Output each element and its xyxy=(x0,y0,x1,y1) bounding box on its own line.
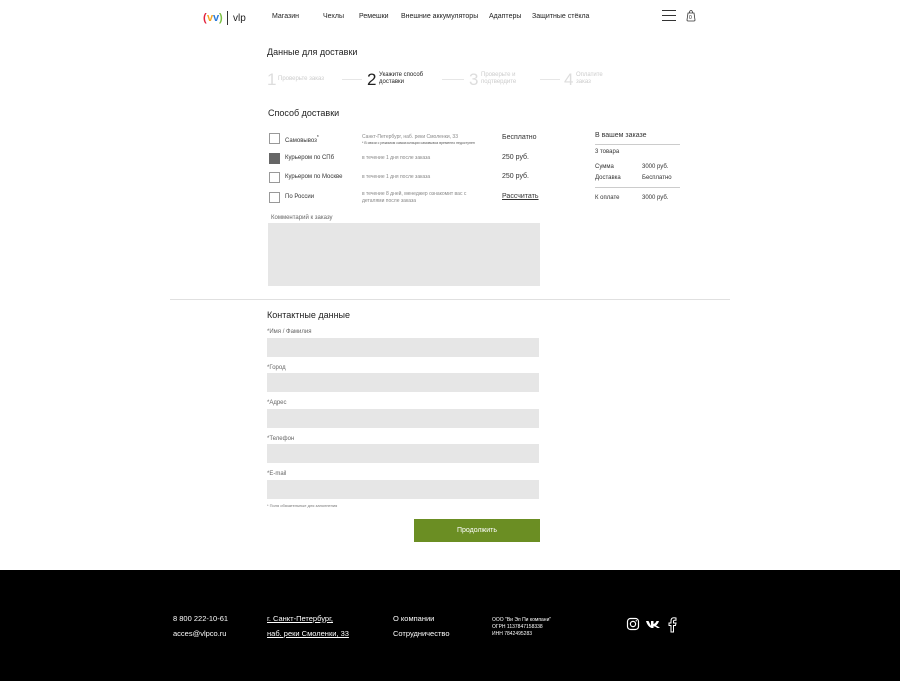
step-connector xyxy=(540,79,560,80)
summary-delivery-label: Доставка xyxy=(595,175,621,181)
nav-power-banks[interactable]: Внешние аккумуляторы xyxy=(401,13,478,20)
vk-icon[interactable] xyxy=(645,617,660,631)
step-3-label: Проверьте и подтвердите xyxy=(481,72,517,85)
cart-icon[interactable]: 0 xyxy=(686,9,696,23)
pickup-label: Самовывоз* xyxy=(285,135,319,144)
courier-spb-desc: в течение 1 дня после заказа xyxy=(362,155,431,161)
cart-count: 0 xyxy=(689,15,692,21)
footer-inn: ИНН 7842495283 xyxy=(492,631,533,637)
instagram-icon[interactable] xyxy=(626,617,640,631)
step-3-number: 3 xyxy=(469,70,479,89)
delivery-method-title: Способ доставки xyxy=(268,108,340,118)
city-label: *Город xyxy=(267,365,286,371)
russia-desc: в течение 8 дней, менеджер ознакомит вас… xyxy=(362,191,467,204)
calculate-link[interactable]: Рассчитать xyxy=(502,193,539,200)
logo-text: vlp xyxy=(233,12,246,24)
summary-pay-value: 3000 руб. xyxy=(642,195,669,201)
summary-sum-label: Сумма xyxy=(595,164,614,170)
step-1-number: 1 xyxy=(267,70,277,89)
nav-adapters[interactable]: Адаптеры xyxy=(489,13,521,20)
step-4-number: 4 xyxy=(564,70,574,89)
pickup-note: * В связи с режимом самоизоляции самовыв… xyxy=(362,141,475,145)
summary-pay-label: К оплате xyxy=(595,195,620,201)
courier-moscow-desc: в течение 1 дня после заказа xyxy=(362,174,431,180)
summary-count: 3 товара xyxy=(595,149,620,155)
pickup-mark: * xyxy=(316,135,319,141)
footer-address-line2[interactable]: наб. реки Смоленки, 33 xyxy=(267,629,349,638)
email-input[interactable] xyxy=(267,480,539,499)
russia-checkbox[interactable] xyxy=(269,192,280,203)
pickup-price: Бесплатно xyxy=(502,134,537,141)
continue-button[interactable]: Продолжить xyxy=(414,519,540,542)
step-connector xyxy=(442,79,464,80)
name-input[interactable] xyxy=(267,338,539,357)
nav-shop[interactable]: Магазин xyxy=(272,13,299,20)
menu-icon[interactable] xyxy=(662,10,676,22)
footer-about-link[interactable]: О компании xyxy=(393,614,434,623)
courier-moscow-checkbox[interactable] xyxy=(269,172,280,183)
nav-straps[interactable]: Ремешки xyxy=(359,13,389,20)
nav-cases[interactable]: Чехлы xyxy=(323,13,344,20)
step-2-label: Укажите способ доставки xyxy=(379,72,424,85)
courier-spb-label: Курьером по СПб xyxy=(285,155,335,161)
facebook-icon[interactable] xyxy=(667,617,681,633)
phone-input[interactable] xyxy=(267,444,539,463)
logo-icon: ( v v ) xyxy=(203,12,223,24)
courier-spb-price: 250 руб. xyxy=(502,154,529,161)
russia-label: По России xyxy=(285,194,315,200)
step-connector xyxy=(342,79,362,80)
footer-ogrn: ОГРН 1137847158338 xyxy=(492,624,543,630)
summary-delivery-value: Бесплатно xyxy=(642,175,672,181)
step-1-label: Проверьте заказ xyxy=(278,76,324,82)
footer-address-line1[interactable]: г. Санкт-Петербург, xyxy=(267,614,333,623)
section-divider xyxy=(170,299,730,300)
footer xyxy=(0,570,900,681)
step-4-label: Оплатите заказ xyxy=(576,72,603,85)
nav-screen-protectors[interactable]: Защитные стёкла xyxy=(532,13,589,20)
footer-partnership-link[interactable]: Сотрудничество xyxy=(393,629,450,638)
address-label: *Адрес xyxy=(267,400,287,406)
footer-email[interactable]: acces@vlpco.ru xyxy=(173,629,226,638)
city-input[interactable] xyxy=(267,373,539,392)
contacts-title: Контактные данные xyxy=(267,310,351,320)
courier-moscow-label: Курьером по Москве xyxy=(285,174,343,180)
email-label: *E-mail xyxy=(267,471,287,477)
footer-phone[interactable]: 8 800 222-10-61 xyxy=(173,614,228,623)
summary-title: В вашем заказе xyxy=(595,132,647,139)
comment-textarea[interactable] xyxy=(268,223,540,286)
address-input[interactable] xyxy=(267,409,539,428)
courier-moscow-price: 250 руб. xyxy=(502,173,529,180)
comment-label: Комментарий к заказу xyxy=(271,215,333,221)
courier-spb-checkbox[interactable] xyxy=(269,153,280,164)
phone-label: *Телефон xyxy=(267,436,295,442)
logo[interactable]: ( v v ) vlp xyxy=(203,10,246,26)
name-label: *Имя / Фамилия xyxy=(267,329,312,335)
page-title: Данные для доставки xyxy=(267,47,358,57)
required-note: * Поля обязательные для заполнения xyxy=(267,503,338,508)
footer-company: ООО "Ви Эл Пи компани" xyxy=(492,617,552,623)
pickup-checkbox[interactable] xyxy=(269,133,280,144)
step-2-number: 2 xyxy=(367,70,377,89)
summary-divider xyxy=(595,144,680,145)
summary-divider xyxy=(595,187,680,188)
logo-divider xyxy=(227,11,228,25)
summary-sum-value: 3000 руб. xyxy=(642,164,669,170)
